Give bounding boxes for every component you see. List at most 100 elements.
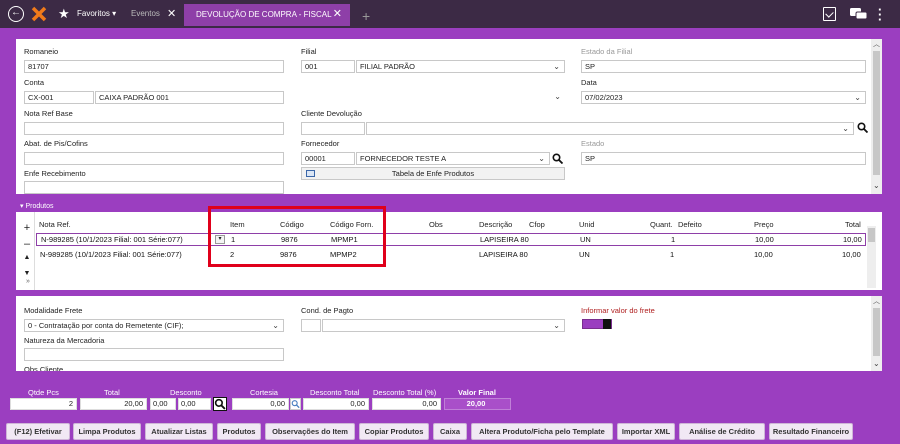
grid-scrollbar[interactable] [867, 226, 876, 288]
copiar-produtos-button[interactable]: Copiar Produtos [359, 423, 429, 440]
clipboard-icon[interactable] [823, 7, 836, 21]
search-icon[interactable] [552, 153, 564, 166]
produtos-section-header[interactable]: ▾ Produtos [16, 202, 882, 212]
cliente-select[interactable]: ⌄ [366, 122, 854, 135]
informar-frete-toggle[interactable] [582, 319, 612, 329]
remove-row-icon[interactable]: – [20, 238, 34, 250]
desconto-total-pct-field[interactable]: 0,00 [372, 398, 441, 410]
top-bar: ← ★ Favoritos ▾ Eventos ✕ DEVOLUÇÃO DE C… [0, 0, 900, 28]
scroll-down-icon[interactable]: ⌄ [873, 180, 880, 191]
conta-dropdown[interactable]: ⌄ [301, 91, 565, 104]
chevron-down-icon: ⌄ [854, 93, 861, 102]
close-icon[interactable]: ✕ [333, 4, 342, 25]
fornecedor-label: Fornecedor [301, 139, 340, 148]
altera-produto-template-button[interactable]: Altera Produto/Ficha pelo Template [471, 423, 613, 440]
search-icon[interactable] [857, 122, 869, 135]
frete-panel: Modalidade Frete 0 - Contratação por con… [16, 296, 882, 371]
star-icon[interactable]: ★ [58, 0, 70, 28]
logo-icon [31, 6, 47, 24]
efetivar-button[interactable]: (F12) Efetivar [6, 423, 70, 440]
nota-ref-base-field[interactable] [24, 122, 284, 135]
col-quant: Quant. [650, 220, 673, 229]
scroll-up-icon[interactable]: ︿ [873, 296, 880, 307]
resultado-financeiro-button[interactable]: Resultado Financeiro [769, 423, 853, 440]
plus-icon[interactable]: + [362, 2, 370, 30]
add-row-icon[interactable]: + [20, 222, 34, 234]
col-defeito: Defeito [678, 220, 702, 229]
valor-final-field[interactable]: 20,00 [444, 398, 511, 410]
tab-eventos[interactable]: Eventos [131, 0, 160, 28]
produtos-button[interactable]: Produtos [217, 423, 261, 440]
col-descricao: Descrição [479, 220, 513, 229]
cell-preco: 10,00 [754, 250, 773, 259]
modalidade-frete-select[interactable]: 0 - Contratação por conta do Remetente (… [24, 319, 284, 332]
col-cfop: Cfop [529, 220, 545, 229]
data-field[interactable]: 07/02/2023 ⌄ [581, 91, 866, 104]
cell-total: 10,00 [842, 250, 861, 259]
scrollbar-thumb[interactable] [873, 308, 880, 356]
natureza-mercadoria-field[interactable] [24, 348, 284, 361]
qtde-pcs-field[interactable]: 2 [10, 398, 77, 410]
toggle-knob [603, 319, 611, 329]
cell-descricao: LAPISEIRA 80 [479, 250, 528, 259]
abat-pis-cofins-field[interactable] [24, 152, 284, 165]
cond-pagto-select[interactable]: ⌄ [322, 319, 565, 332]
total-field[interactable]: 20,00 [80, 398, 147, 410]
move-up-icon[interactable]: ▲ [20, 254, 34, 261]
tab-favoritos[interactable]: Favoritos ▾ [77, 0, 116, 28]
scrollbar-thumb[interactable] [873, 51, 880, 175]
more-icon[interactable]: · · · [878, 3, 882, 26]
limpa-produtos-button[interactable]: Limpa Produtos [73, 423, 141, 440]
filial-code-field[interactable]: 001 [301, 60, 355, 73]
desconto-field-1[interactable]: 0,00 [150, 398, 176, 410]
conta-code-field[interactable]: CX-001 [24, 91, 94, 104]
back-icon[interactable]: ← [8, 6, 24, 22]
cliente-code-field[interactable] [301, 122, 365, 135]
close-icon[interactable]: ✕ [167, 0, 176, 28]
cortesia-label: Cortesia [250, 388, 278, 397]
grid-divider [34, 212, 35, 290]
scrollbar-thumb[interactable] [868, 228, 875, 242]
table-row[interactable]: N-989285 (10/1/2023 Filial: 001 Série:07… [36, 249, 866, 262]
search-icon[interactable] [213, 397, 227, 411]
estado-field[interactable]: SP [581, 152, 866, 165]
search-icon[interactable] [290, 398, 301, 410]
cond-pagto-code-field[interactable] [301, 319, 321, 332]
col-total: Total [845, 220, 861, 229]
chevron-down-icon: ⌄ [842, 124, 849, 133]
obs-cliente-label: Obs Cliente [24, 365, 64, 371]
analise-credito-button[interactable]: Análise de Crédito [679, 423, 765, 440]
fornecedor-select[interactable]: FORNECEDOR TESTE A ⌄ [356, 152, 550, 165]
tab-devolucao-compra[interactable]: DEVOLUÇÃO DE COMPRA - FISCAL ✕ [184, 4, 350, 26]
desconto-total-label: Desconto Total [310, 388, 360, 397]
total-label: Total [104, 388, 120, 397]
scroll-down-icon[interactable]: ⌄ [873, 358, 880, 369]
romaneio-label: Romaneio [24, 47, 59, 56]
importar-xml-button[interactable]: Importar XML [617, 423, 675, 440]
filial-select[interactable]: FILIAL PADRÃO ⌄ [356, 60, 565, 73]
romaneio-field[interactable]: 81707 [24, 60, 284, 73]
observacoes-item-button[interactable]: Observações do Item [265, 423, 355, 440]
chevron-down-icon: ⌄ [554, 92, 561, 101]
cortesia-field[interactable]: 0,00 [232, 398, 289, 410]
table-row[interactable]: N-989285 (10/1/2023 Filial: 001 Série:07… [36, 233, 866, 246]
header-scrollbar[interactable]: ︿ ⌄ [871, 39, 882, 194]
tabela-enfe-produtos-button[interactable]: Tabela de Enfe Produtos [301, 167, 565, 180]
cell-total: 10,00 [843, 235, 862, 244]
cell-nota-ref: N-989285 (10/1/2023 Filial: 001 Série:07… [40, 250, 182, 259]
frete-scrollbar[interactable]: ︿ ⌄ [871, 296, 882, 371]
atualizar-listas-button[interactable]: Atualizar Listas [145, 423, 213, 440]
fornecedor-code-field[interactable]: 00001 [301, 152, 355, 165]
desconto-field-2[interactable]: 0,00 [178, 398, 211, 410]
move-down-icon[interactable]: ▼ [20, 270, 34, 277]
conta-name-field[interactable]: CAIXA PADRÃO 001 [95, 91, 284, 104]
scroll-up-icon[interactable]: ︿ [873, 39, 880, 50]
caixa-button[interactable]: Caixa [433, 423, 467, 440]
desconto-total-field[interactable]: 0,00 [303, 398, 369, 410]
col-nota-ref: Nota Ref. [39, 220, 71, 229]
action-bar: (F12) Efetivar Limpa Produtos Atualizar … [0, 420, 900, 444]
estado-filial-field[interactable]: SP [581, 60, 866, 73]
enfe-recebimento-field[interactable] [24, 181, 284, 194]
expand-icon[interactable]: » [26, 278, 30, 285]
chat-icon[interactable] [850, 8, 868, 23]
